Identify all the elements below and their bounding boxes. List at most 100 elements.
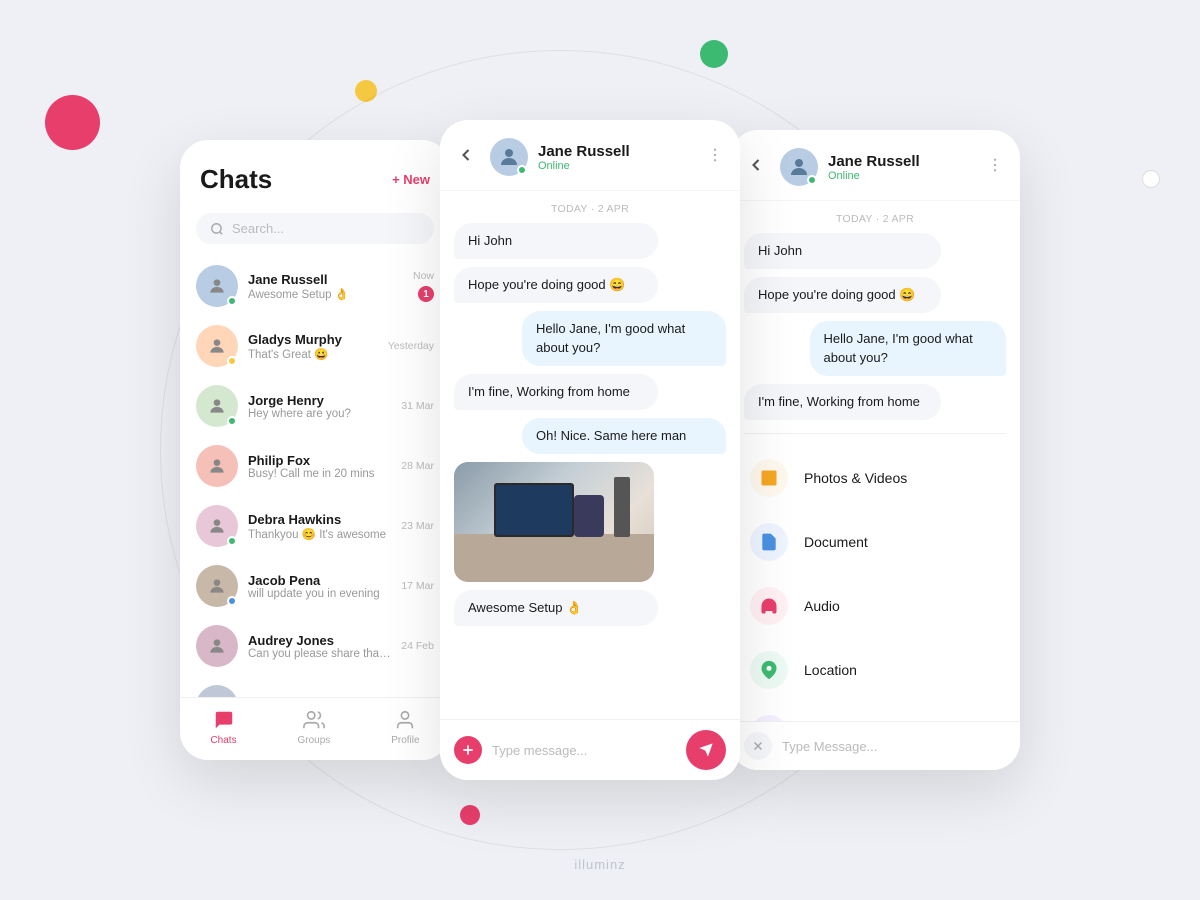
chat-list-item[interactable]: Jorge Henry Hey where are you? 31 Mar (180, 376, 450, 436)
profile-nav-icon (393, 708, 417, 732)
chat-time: 28 Mar (401, 460, 434, 472)
chat-info: Audrey Jones Can you please share that f… (248, 633, 391, 660)
avatar-wrap (196, 385, 238, 427)
profile-nav-label: Profile (391, 735, 419, 746)
avatar-wrap (196, 625, 238, 667)
nav-chats[interactable]: Chats (210, 708, 236, 746)
status-dot (227, 536, 237, 546)
messages-area-3: Hi John Hope you're doing good 😄 Hello J… (730, 233, 1020, 425)
decorative-circle-green (700, 40, 728, 68)
chat-meta: 17 Mar (401, 580, 434, 592)
chat-preview: will update you in evening (248, 588, 391, 600)
date-separator: TODAY · 2 APR (440, 191, 740, 223)
message-bubble: Awesome Setup 👌 (454, 590, 658, 626)
header-info-3: Jane Russell Online (828, 153, 976, 182)
message-input-bar: Type message... (440, 719, 740, 780)
chat-name: Jorge Henry (248, 393, 391, 408)
chat-info: Jacob Pena will update you in evening (248, 573, 391, 600)
attach-document[interactable]: Document (730, 510, 1020, 574)
chat-name: Audrey Jones (248, 633, 391, 648)
chat-meta: Now 1 (413, 270, 434, 302)
chat-meta: 24 Feb (401, 640, 434, 652)
photos-videos-label: Photos & Videos (804, 470, 907, 486)
back-button[interactable] (456, 145, 476, 170)
message-bubble: Hello Jane, I'm good what about you? (522, 311, 726, 365)
chat-time: 17 Mar (401, 580, 434, 592)
bottom-nav: Chats Groups (180, 697, 450, 760)
chat-list-item[interactable]: Philip Fox Busy! Call me in 20 mins 28 M… (180, 436, 450, 496)
chat-preview: Can you please share that file? (248, 648, 391, 660)
more-options-button-3[interactable] (986, 156, 1004, 179)
search-icon (210, 222, 224, 236)
message-bubble: Hi John (454, 223, 658, 259)
screen-chat-detail: Jane Russell Online TODAY · 2 APR Hi Joh… (440, 120, 740, 780)
message-bubble-3: Hope you're doing good 😄 (744, 277, 941, 313)
audio-icon (750, 587, 788, 625)
message-input[interactable]: Type message... (492, 743, 676, 758)
more-options-button[interactable] (706, 146, 724, 169)
nav-groups[interactable]: Groups (297, 708, 330, 746)
chat-time: 23 Mar (401, 520, 434, 532)
location-icon (750, 651, 788, 689)
decorative-circle-white (1142, 170, 1160, 188)
status-dot (227, 416, 237, 426)
nav-profile[interactable]: Profile (391, 708, 419, 746)
document-label: Document (804, 534, 868, 550)
chat-list: Jane Russell Awesome Setup 👌 Now 1 Glady… (180, 256, 450, 736)
message-bubble-3: Hi John (744, 233, 941, 269)
message-bubble-3: Hello Jane, I'm good what about you? (810, 321, 1007, 375)
add-attachment-button[interactable] (454, 736, 482, 764)
contact-name-3: Jane Russell (828, 153, 976, 170)
chats-header: Chats + New (180, 140, 450, 205)
avatar-wrap (196, 565, 238, 607)
location-label: Location (804, 662, 857, 678)
chat-list-item[interactable]: Jane Russell Awesome Setup 👌 Now 1 (180, 256, 450, 316)
chat-list-item[interactable]: Audrey Jones Can you please share that f… (180, 616, 450, 676)
chat-list-item[interactable]: Debra Hawkins Thankyou 😊 It's awesome 23… (180, 496, 450, 556)
chat-preview: Busy! Call me in 20 mins (248, 468, 391, 480)
avatar-wrap (196, 325, 238, 367)
attach-photos-videos[interactable]: Photos & Videos (730, 446, 1020, 510)
chat-image (454, 462, 654, 582)
chat-info: Jorge Henry Hey where are you? (248, 393, 391, 420)
attach-audio[interactable]: Audio (730, 574, 1020, 638)
attach-message-input[interactable]: Type Message... (782, 739, 1006, 754)
search-bar[interactable]: Search... (196, 213, 434, 244)
chat-name: Jane Russell (248, 272, 403, 287)
monitor-element (494, 483, 574, 537)
lamp-element (614, 477, 630, 537)
chat-list-item[interactable]: Gladys Murphy That's Great 😀 Yesterday (180, 316, 450, 376)
contact-status: Online (538, 160, 696, 172)
chat-time: 24 Feb (401, 640, 434, 652)
groups-nav-icon (302, 708, 326, 732)
chat-list-item[interactable]: Jacob Pena will update you in evening 17… (180, 556, 450, 616)
bag-element (574, 495, 604, 537)
chat-meta: Yesterday (388, 340, 434, 352)
avatar (196, 625, 238, 667)
back-button-3[interactable] (746, 155, 766, 180)
chat-meta: 28 Mar (401, 460, 434, 472)
chat-name: Philip Fox (248, 453, 391, 468)
avatar-wrap (196, 445, 238, 487)
cancel-attachment-button[interactable] (744, 732, 772, 760)
send-button[interactable] (686, 730, 726, 770)
avatar-wrap (196, 505, 238, 547)
chat-info: Philip Fox Busy! Call me in 20 mins (248, 453, 391, 480)
online-status-dot (517, 165, 527, 175)
chats-nav-icon (212, 708, 236, 732)
chat-name: Gladys Murphy (248, 332, 378, 347)
header-info: Jane Russell Online (538, 143, 696, 172)
message-bubble: I'm fine, Working from home (454, 374, 658, 410)
decorative-circle-yellow (355, 80, 377, 102)
chat-info: Gladys Murphy That's Great 😀 (248, 332, 378, 361)
chat-preview: Thankyou 😊 It's awesome (248, 527, 391, 541)
document-icon (750, 523, 788, 561)
photos-videos-icon (750, 459, 788, 497)
date-separator-3: TODAY · 2 APR (730, 201, 1020, 233)
chats-title: Chats (200, 164, 272, 195)
attach-location[interactable]: Location (730, 638, 1020, 702)
chat-time: Yesterday (388, 340, 434, 352)
watermark: illuminz (574, 857, 625, 872)
screens-container: Chats + New Search... Jane Russell Aweso… (180, 120, 1020, 780)
new-chat-button[interactable]: + New (392, 172, 430, 187)
